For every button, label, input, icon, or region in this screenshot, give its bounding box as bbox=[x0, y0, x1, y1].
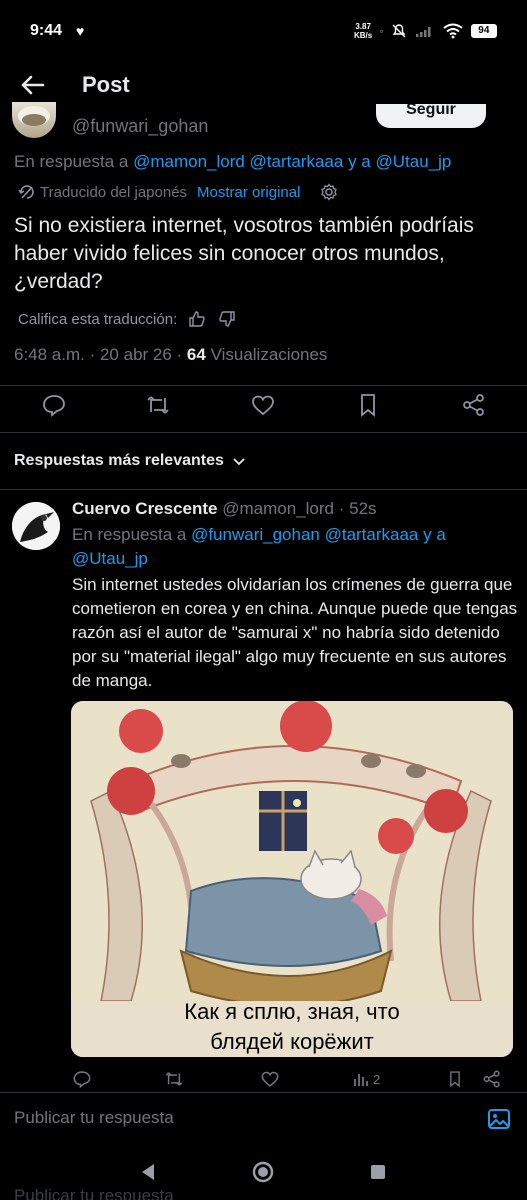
lte-icon: ▫ bbox=[380, 26, 383, 36]
views-label: Visualizaciones bbox=[205, 345, 328, 364]
reply-time: 52s bbox=[349, 499, 377, 518]
page-title: Post bbox=[82, 72, 130, 97]
gear-icon[interactable] bbox=[320, 183, 338, 201]
bookmark-button[interactable] bbox=[355, 392, 381, 418]
battery-icon: 94 bbox=[470, 24, 497, 38]
thumbs-up-icon[interactable] bbox=[187, 309, 207, 329]
status-time: 9:44 bbox=[30, 22, 63, 39]
comment-icon bbox=[73, 1071, 91, 1089]
image-caption-line2: блядей корёжит bbox=[210, 1029, 374, 1054]
reply-views-count: 2 bbox=[373, 1071, 381, 1087]
reply-button[interactable] bbox=[41, 392, 67, 418]
battery-level: 94 bbox=[471, 25, 496, 37]
top-bar bbox=[0, 62, 527, 108]
arrow-left-icon bbox=[21, 75, 45, 95]
reply-avatar[interactable] bbox=[12, 502, 60, 550]
composer-ghost-text: Publicar tu respuesta bbox=[14, 1186, 174, 1200]
reply-separator: · bbox=[334, 499, 350, 518]
reply-bookmark-button[interactable] bbox=[446, 1068, 464, 1090]
nav-recents-button[interactable] bbox=[370, 1164, 386, 1180]
reply-and: y a bbox=[343, 152, 376, 171]
heart-outline-icon bbox=[261, 1071, 279, 1087]
back-button[interactable] bbox=[18, 70, 48, 100]
square-recents-icon bbox=[371, 1165, 385, 1179]
image-caption-line1: Как я сплю, зная, что bbox=[184, 999, 400, 1024]
sort-label: Respuestas más relevantes bbox=[14, 452, 224, 469]
nav-back-button[interactable] bbox=[140, 1162, 156, 1182]
tweet-meta: 6:48 a.m. · 20 abr 26 · 64 Visualizacion… bbox=[14, 345, 327, 365]
share-button[interactable] bbox=[461, 392, 487, 418]
thumbs-down-icon[interactable] bbox=[217, 309, 237, 329]
reply-mentions[interactable]: @funwari_gohan @tartarkaaa bbox=[191, 525, 418, 544]
rate-translation-row: Califica esta traducción: bbox=[18, 309, 237, 329]
network-speed-unit: KB/s bbox=[354, 31, 373, 40]
network-speed: 3.87 KB/s bbox=[354, 22, 372, 40]
reply-share-button[interactable] bbox=[482, 1068, 502, 1090]
translation-row: Traducido del japonés Mostrar original bbox=[18, 183, 338, 201]
comment-icon bbox=[43, 395, 65, 417]
reply-and: y a bbox=[418, 525, 446, 544]
status-icons: ▫ 94 bbox=[380, 20, 497, 42]
repost-button[interactable] bbox=[145, 392, 171, 418]
reply-author-handle[interactable]: @mamon_lord bbox=[222, 499, 334, 518]
reply-comment-button[interactable] bbox=[72, 1068, 92, 1090]
add-media-button[interactable] bbox=[486, 1106, 512, 1132]
translate-icon bbox=[18, 185, 34, 199]
divider bbox=[0, 385, 527, 386]
triangle-back-icon bbox=[142, 1164, 154, 1180]
like-button[interactable] bbox=[250, 392, 276, 418]
views-count: 64 bbox=[186, 345, 206, 364]
avatar[interactable] bbox=[12, 102, 56, 138]
bookmark-icon bbox=[450, 1071, 460, 1088]
reply-context: En respuesta a @funwari_gohan @tartarkaa… bbox=[72, 523, 512, 571]
tweet-text: Si no existiera internet, vosotros tambi… bbox=[14, 214, 474, 293]
reply-repost-button[interactable] bbox=[164, 1068, 184, 1090]
bookmark-icon bbox=[361, 394, 375, 417]
heart-icon: ♥ bbox=[76, 23, 85, 39]
tweet-actions bbox=[0, 392, 527, 424]
heart-outline-icon bbox=[252, 395, 274, 416]
reply-last-mention[interactable]: @Utau_jp bbox=[375, 152, 451, 171]
rate-label: Califica esta traducción: bbox=[18, 310, 178, 328]
repost-icon bbox=[147, 396, 169, 414]
reply-last-mention[interactable]: @Utau_jp bbox=[72, 549, 148, 568]
reply-text: Sin internet ustedes olvidarían los crím… bbox=[72, 575, 518, 690]
reply-actions: 2 bbox=[72, 1068, 512, 1092]
reply-header: Cuervo Crescente @mamon_lord · 52s bbox=[72, 499, 377, 519]
reply-prefix: En respuesta a bbox=[14, 152, 134, 171]
reply-prefix: En respuesta a bbox=[72, 525, 192, 544]
share-icon bbox=[483, 1070, 500, 1088]
divider bbox=[0, 432, 527, 433]
reply-author-name[interactable]: Cuervo Crescente bbox=[72, 499, 218, 518]
repost-icon bbox=[165, 1072, 183, 1086]
bar-chart-icon bbox=[354, 1074, 368, 1086]
reply-context: En respuesta a @mamon_lord @tartarkaaa y… bbox=[14, 152, 451, 172]
timestamp: 6:48 a.m. · 20 abr 26 · bbox=[14, 345, 187, 364]
reply-image[interactable]: Как я сплю, зная, что блядей корёжит bbox=[71, 701, 513, 1057]
share-icon bbox=[463, 394, 484, 416]
sort-replies-dropdown[interactable]: Respuestas más relevantes bbox=[14, 452, 246, 470]
author-handle[interactable]: @funwari_gohan bbox=[72, 116, 208, 137]
wifi-icon bbox=[443, 23, 463, 39]
divider bbox=[0, 489, 527, 490]
circle-home-icon bbox=[252, 1161, 274, 1183]
image-icon bbox=[488, 1109, 510, 1129]
network-speed-value: 3.87 bbox=[355, 22, 371, 31]
chevron-down-icon bbox=[233, 458, 245, 466]
nav-home-button[interactable] bbox=[252, 1161, 274, 1183]
reply-input[interactable]: Publicar tu respuesta bbox=[14, 1108, 174, 1128]
reply-mentions[interactable]: @mamon_lord @tartarkaaa bbox=[133, 152, 343, 171]
reply-like-button[interactable] bbox=[260, 1068, 280, 1090]
show-original-link[interactable]: Mostrar original bbox=[197, 184, 300, 201]
follow-button[interactable]: Seguir bbox=[376, 104, 486, 128]
translated-label: Traducido del japonés bbox=[40, 183, 188, 201]
reply-views-button[interactable]: 2 bbox=[352, 1068, 380, 1090]
signal-icon bbox=[415, 27, 431, 37]
mute-icon bbox=[392, 24, 406, 38]
